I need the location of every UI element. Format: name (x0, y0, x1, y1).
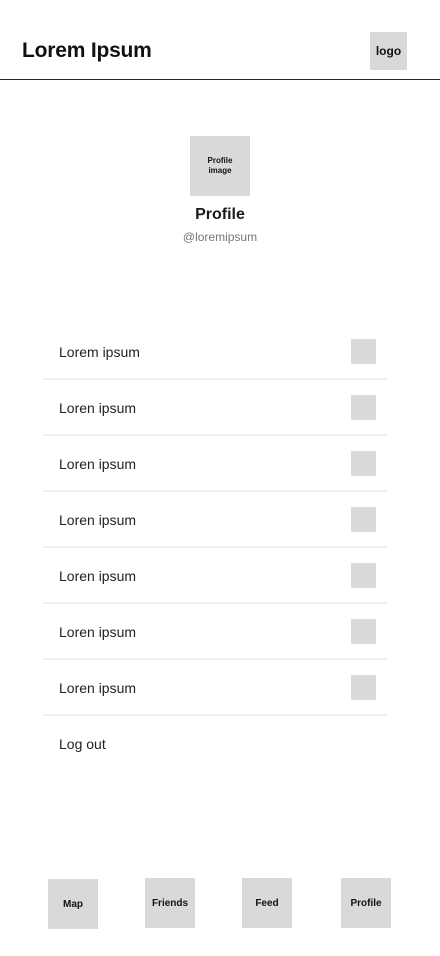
settings-item-toggle[interactable] (351, 395, 376, 420)
settings-item-toggle[interactable] (351, 339, 376, 364)
profile-image[interactable]: Profile image (190, 136, 250, 196)
settings-item[interactable]: Loren ipsum (43, 436, 387, 492)
profile-handle: @loremipsum (182, 230, 258, 244)
profile-image-label-line2: image (208, 166, 232, 175)
nav-profile-button[interactable]: Profile (341, 878, 391, 928)
settings-list: Lorem ipsum Loren ipsum Loren ipsum Lore… (43, 324, 387, 772)
app-header: Lorem Ipsum logo (0, 0, 440, 80)
settings-item[interactable]: Lorem ipsum (43, 324, 387, 380)
nav-feed-button[interactable]: Feed (242, 878, 292, 928)
settings-item-toggle[interactable] (351, 619, 376, 644)
logo[interactable]: logo (370, 32, 407, 70)
profile-name: Profile (195, 206, 245, 223)
settings-item-toggle[interactable] (351, 451, 376, 476)
settings-item-toggle[interactable] (351, 675, 376, 700)
logout-label: Log out (59, 736, 106, 752)
settings-item-toggle[interactable] (351, 507, 376, 532)
profile-image-label-line1: Profile (207, 156, 233, 165)
settings-item-label: Loren ipsum (59, 624, 137, 640)
settings-item-toggle[interactable] (351, 563, 376, 588)
settings-item[interactable]: Loren ipsum (43, 604, 387, 660)
settings-item[interactable]: Loren ipsum (43, 660, 387, 716)
settings-item-label: Loren ipsum (59, 400, 137, 416)
nav-map-button[interactable]: Map (48, 879, 98, 929)
settings-item[interactable]: Loren ipsum (43, 548, 387, 604)
settings-item-label: Loren ipsum (59, 568, 137, 584)
logout-button[interactable]: Log out (43, 716, 387, 772)
settings-item-label: Loren ipsum (59, 680, 137, 696)
settings-item-label: Loren ipsum (59, 456, 137, 472)
settings-item[interactable]: Loren ipsum (43, 492, 387, 548)
settings-item-label: Loren ipsum (59, 512, 137, 528)
app-title: Lorem Ipsum (22, 39, 152, 62)
settings-item-label: Lorem ipsum (59, 344, 140, 360)
settings-item[interactable]: Loren ipsum (43, 380, 387, 436)
nav-friends-button[interactable]: Friends (145, 878, 195, 928)
